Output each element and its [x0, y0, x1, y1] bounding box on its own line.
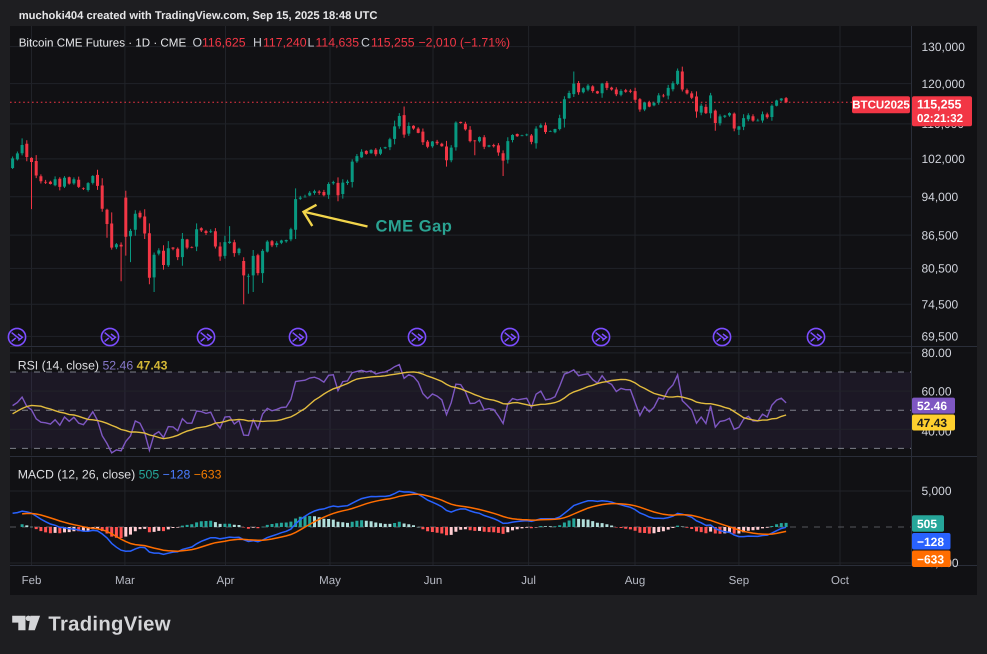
svg-text:86,500: 86,500 [922, 228, 959, 242]
svg-text:TradingView: TradingView [48, 613, 170, 635]
svg-text:80,500: 80,500 [922, 262, 959, 276]
svg-text:Sep: Sep [729, 575, 749, 587]
svg-text:O: O [193, 36, 203, 50]
svg-text:Jun: Jun [424, 575, 443, 587]
svg-text:Feb: Feb [22, 575, 42, 587]
svg-text:115,255: 115,255 [917, 98, 962, 112]
svg-text:114,635: 114,635 [316, 36, 360, 50]
svg-text:02:21:32: 02:21:32 [917, 113, 963, 125]
svg-text:505: 505 [917, 517, 937, 531]
svg-text:BTCU2025: BTCU2025 [852, 99, 910, 111]
svg-text:Mar: Mar [115, 575, 135, 587]
svg-text:Bitcoin CME Futures · 1D · CME: Bitcoin CME Futures · 1D · CME [19, 37, 187, 50]
svg-text:−633: −633 [917, 552, 944, 566]
svg-text:69,500: 69,500 [922, 330, 959, 344]
svg-text:120,000: 120,000 [922, 77, 966, 91]
svg-text:117,240: 117,240 [263, 36, 307, 50]
svg-text:RSI (14, close) 52.46 47.43: RSI (14, close) 52.46 47.43 [18, 358, 168, 372]
svg-text:MACD (12, 26, close) 505 −128: MACD (12, 26, close) 505 −128 −633 [18, 468, 222, 482]
svg-text:47.43: 47.43 [917, 416, 947, 430]
svg-text:Oct: Oct [831, 575, 850, 587]
svg-text:−128: −128 [917, 535, 944, 549]
svg-text:115,255: 115,255 [371, 36, 415, 50]
svg-text:52.46: 52.46 [917, 399, 947, 413]
svg-text:L: L [308, 36, 315, 50]
svg-text:102,000: 102,000 [922, 152, 966, 166]
svg-text:5,000: 5,000 [922, 484, 952, 498]
svg-text:May: May [319, 575, 341, 587]
svg-text:Jul: Jul [521, 575, 536, 587]
svg-text:74,500: 74,500 [922, 298, 959, 312]
svg-text:116,625: 116,625 [202, 36, 246, 50]
svg-text:−2,010 (−1.71%): −2,010 (−1.71%) [419, 36, 511, 50]
svg-text:80.00: 80.00 [922, 346, 952, 360]
svg-text:Aug: Aug [625, 575, 645, 587]
svg-text:130,000: 130,000 [922, 40, 966, 54]
svg-text:CME Gap: CME Gap [376, 218, 453, 236]
svg-text:muchoki404 created with Tradin: muchoki404 created with TradingView.com,… [19, 10, 378, 22]
svg-text:H: H [253, 36, 262, 50]
svg-text:60.00: 60.00 [922, 384, 952, 398]
svg-text:Apr: Apr [217, 575, 235, 587]
svg-text:C: C [361, 36, 370, 50]
svg-text:94,000: 94,000 [922, 190, 959, 204]
